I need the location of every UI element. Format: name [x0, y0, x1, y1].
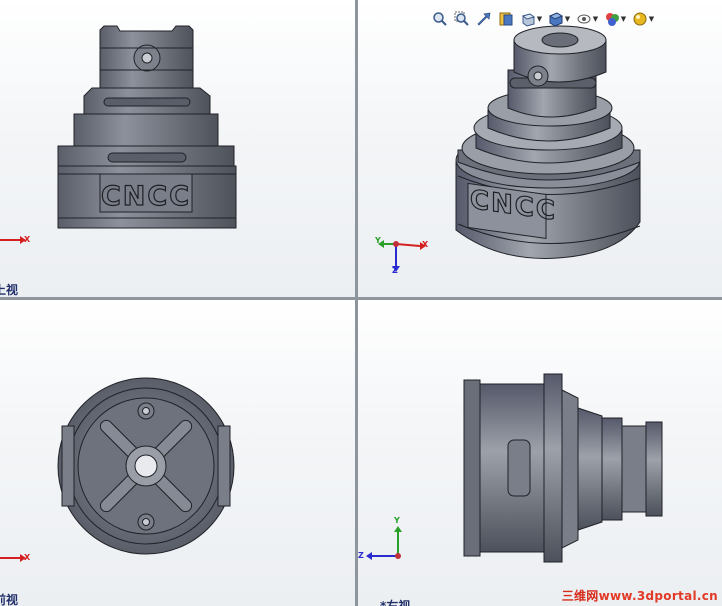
top-x-axis-label: X [24, 553, 31, 562]
front-engraving: CNCC [101, 181, 191, 212]
previous-view-icon[interactable] [474, 9, 494, 29]
hide-show-icon[interactable]: ▼ [574, 9, 600, 29]
right-y-axis-label: Y [394, 516, 400, 525]
viewport-isometric[interactable]: CNCC X Y Z [358, 0, 722, 297]
zoom-area-icon[interactable] [452, 9, 472, 29]
appearance-icon[interactable]: ▼ [602, 9, 628, 29]
viewport-right[interactable]: Y Z *右视 [358, 300, 722, 606]
watermark-cn: 三维网 [561, 589, 599, 603]
viewport-divider-horizontal[interactable] [0, 297, 722, 300]
top-view-model [0, 377, 235, 562]
viewport-divider-vertical[interactable] [355, 0, 358, 606]
view-label-right: *右视 [380, 599, 411, 606]
front-view-model: CNCC [0, 25, 237, 244]
display-style-icon[interactable]: ▼ [546, 9, 572, 29]
watermark-url: www.3dportal.cn [598, 589, 718, 603]
view-orientation-icon[interactable]: ▼ [518, 9, 544, 29]
view-label-front: 上视 [0, 283, 19, 297]
front-x-axis-label: X [24, 235, 31, 244]
viewport-front[interactable]: CNCC X 上视 [0, 0, 355, 297]
zoom-fit-icon[interactable] [430, 9, 450, 29]
view-label-top: 前视 [0, 593, 19, 606]
iso-y-axis-label: Y [375, 236, 381, 245]
heads-up-view-toolbar: ▼ ▼ ▼ ▼ ▼ [430, 8, 656, 30]
viewport-top[interactable]: X 前视 [0, 300, 355, 606]
iso-x-axis-label: X [422, 240, 429, 249]
section-view-icon[interactable] [496, 9, 516, 29]
right-view-model [366, 373, 663, 563]
scene-icon[interactable]: ▼ [630, 9, 656, 29]
isometric-view-model: CNCC [378, 25, 641, 272]
watermark: 三维网www.3dportal.cn [562, 587, 718, 604]
right-z-axis-label: Z [358, 551, 364, 560]
iso-z-axis-label: Z [392, 266, 398, 275]
